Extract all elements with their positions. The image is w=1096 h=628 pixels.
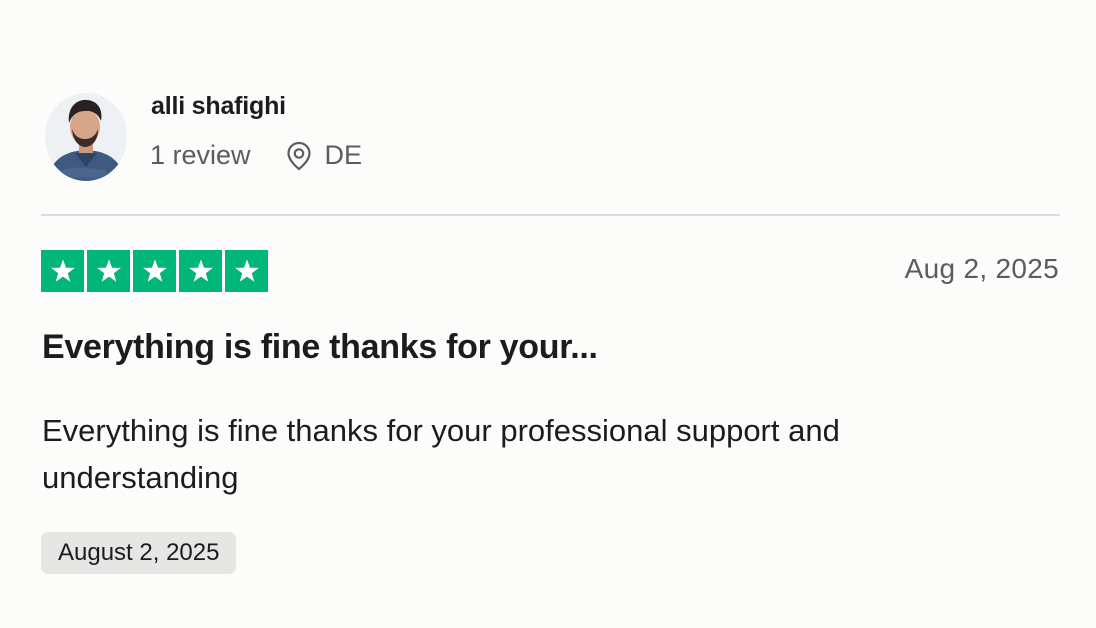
divider (41, 214, 1060, 216)
review-title[interactable]: Everything is fine thanks for your... (42, 328, 598, 367)
star-icon (225, 250, 268, 292)
star-rating (41, 250, 268, 292)
reviewer-name[interactable]: alli shafighi (151, 92, 286, 121)
avatar[interactable] (45, 93, 127, 181)
review-card: alli shafighi 1 review DE Aug 2, 2025 Ev… (0, 0, 1096, 628)
star-icon (87, 250, 130, 292)
reviewer-meta: 1 review DE (150, 140, 362, 171)
review-body: Everything is fine thanks for your profe… (42, 413, 840, 495)
reviewer-country: DE (324, 140, 363, 170)
review-date: Aug 2, 2025 (904, 253, 1059, 284)
star-icon (133, 250, 176, 292)
star-icon (41, 250, 84, 292)
review-count: 1 review (150, 140, 251, 170)
experience-date-badge: August 2, 2025 (41, 532, 237, 574)
star-icon (179, 250, 222, 292)
location-pin-icon (285, 141, 313, 171)
